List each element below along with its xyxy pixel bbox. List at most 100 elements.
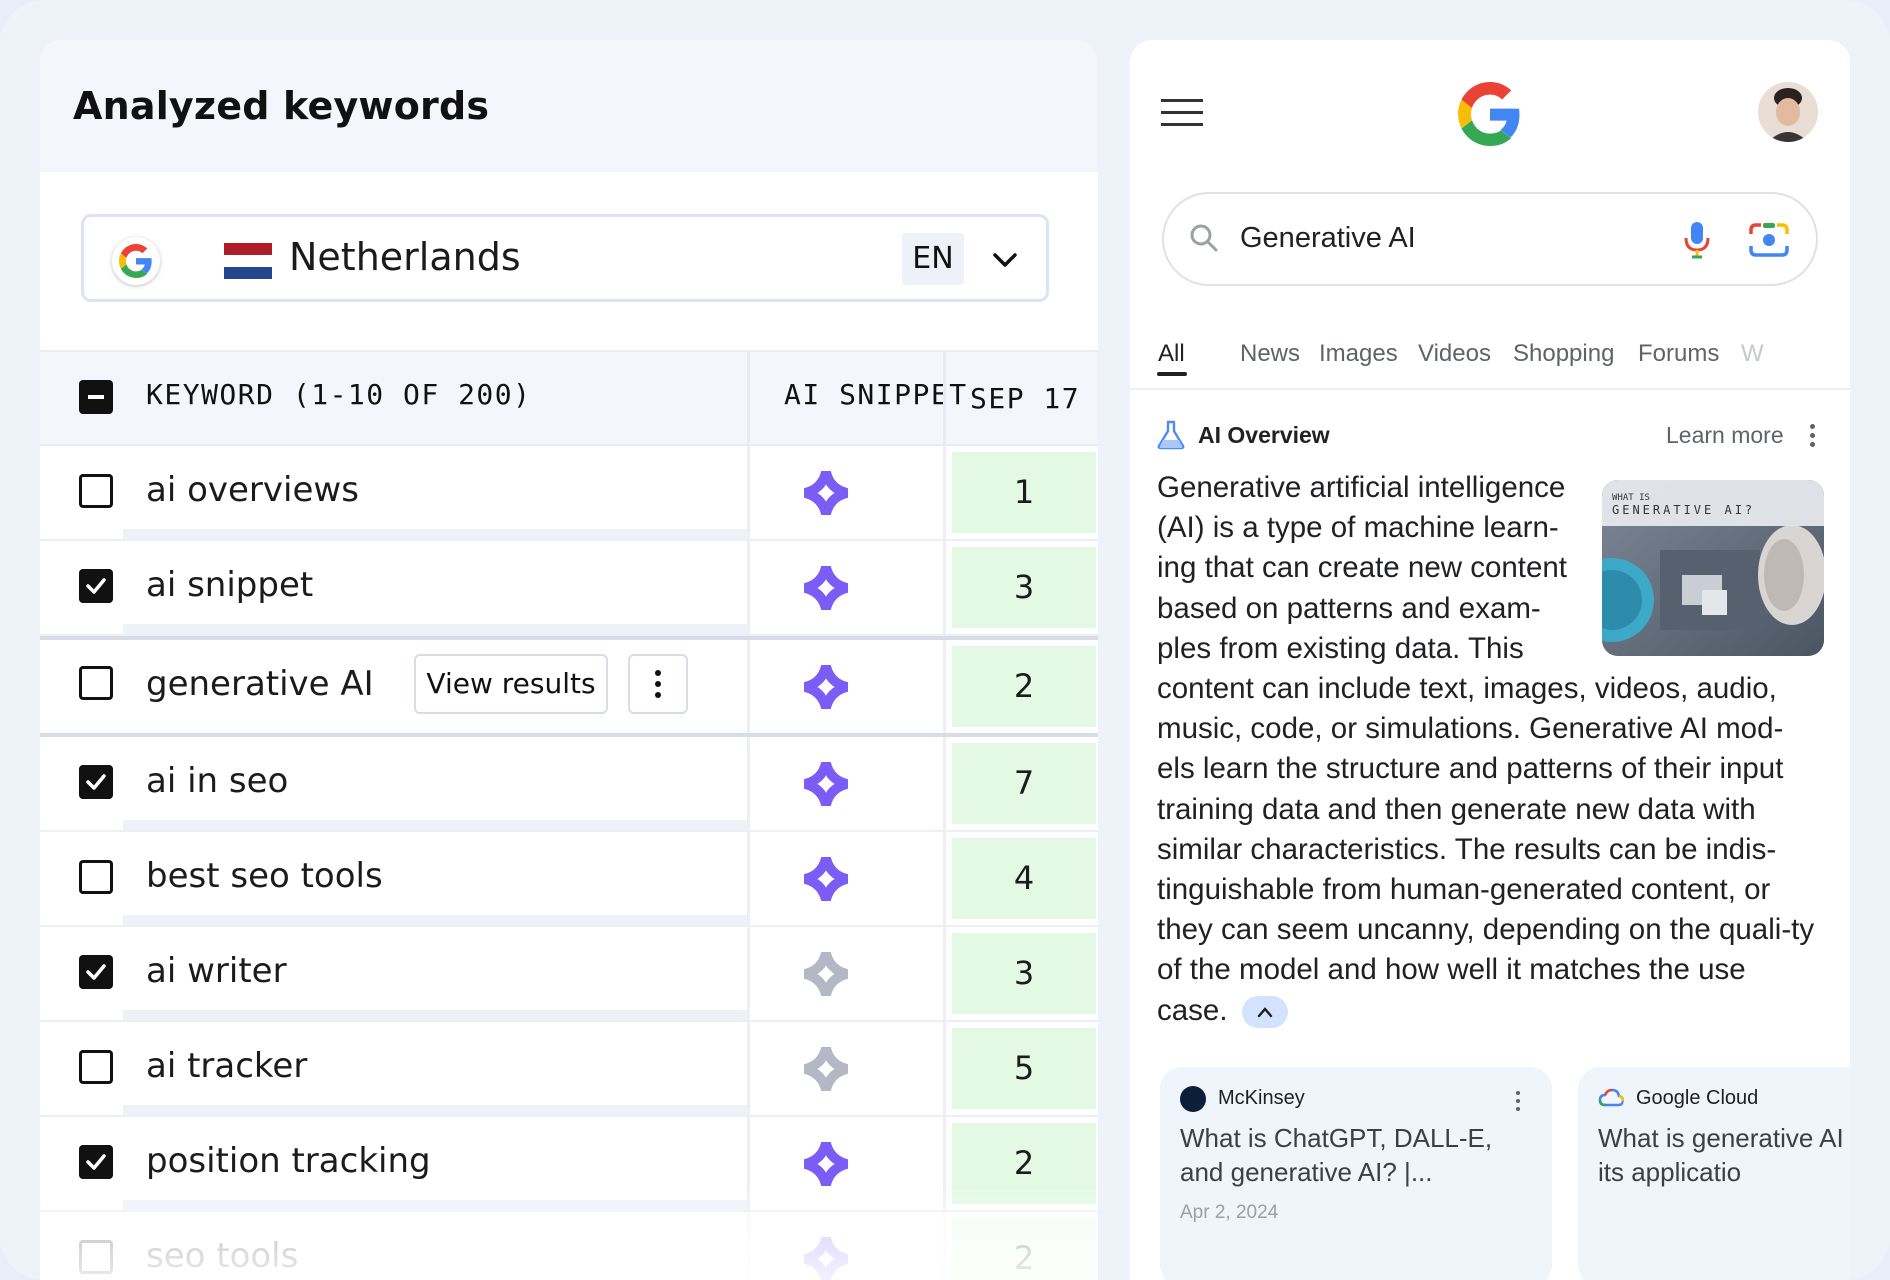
table-row[interactable]: ai snippet 3 <box>40 541 1098 636</box>
active-tab-indicator <box>1157 372 1187 376</box>
keyword-column-header[interactable]: KEYWORD (1-10 OF 200) <box>146 378 532 411</box>
netherlands-flag-icon <box>224 243 272 279</box>
collapse-button[interactable] <box>1241 995 1288 1028</box>
ai-snippet-icon <box>804 566 848 610</box>
table-row[interactable]: ai tracker 5 <box>40 1022 1098 1117</box>
language-code[interactable]: EN <box>902 233 964 285</box>
checkmark-icon <box>86 578 106 594</box>
position-value: 2 <box>952 1123 1096 1204</box>
chevron-down-icon[interactable] <box>990 245 1020 275</box>
search-query[interactable]: Generative AI <box>1240 222 1416 255</box>
source-title[interactable]: What is generative AI what are its appli… <box>1598 1121 1850 1189</box>
ai-snippet-icon <box>804 471 848 515</box>
select-all-checkbox[interactable] <box>79 380 113 414</box>
panel-header: Analyzed keywords <box>40 40 1098 172</box>
position-value: 2 <box>952 1218 1096 1280</box>
search-tabs: All News Images Videos Shopping Forums W <box>1158 340 1850 386</box>
keyword-text[interactable]: generative AI <box>146 664 374 704</box>
tab-all[interactable]: All <box>1158 340 1185 368</box>
ai-snippet-column-header[interactable]: AI SNIPPET <box>784 378 968 411</box>
more-options-icon[interactable] <box>1810 424 1816 448</box>
keyword-text[interactable]: position tracking <box>146 1141 431 1181</box>
row-checkbox[interactable] <box>79 860 113 894</box>
page-title: Analyzed keywords <box>73 84 490 128</box>
table-row[interactable]: ai overviews 1 <box>40 446 1098 541</box>
microphone-icon[interactable] <box>1682 220 1712 260</box>
table-body: ai overviews 1 ai snippet 3 generative AI Vie… <box>40 446 1098 1280</box>
row-checkbox[interactable] <box>79 765 113 799</box>
position-value: 7 <box>952 743 1096 824</box>
tab-w[interactable]: W <box>1741 340 1764 368</box>
row-checkbox[interactable] <box>79 1145 113 1179</box>
source-card[interactable]: McKinsey What is ChatGPT, DALL-E, and ge… <box>1160 1067 1552 1280</box>
ai-snippet-icon <box>804 665 848 709</box>
position-value: 1 <box>952 452 1096 533</box>
keywords-table: KEYWORD (1-10 OF 200) AI SNIPPET SEP 17 … <box>40 350 1098 1280</box>
keyword-text[interactable]: ai tracker <box>146 1046 307 1086</box>
row-checkbox[interactable] <box>79 474 113 508</box>
row-checkbox[interactable] <box>79 1240 113 1274</box>
position-value: 3 <box>952 933 1096 1014</box>
ai-overview-title: AI Overview <box>1198 422 1330 448</box>
source-date: Apr 2, 2024 <box>1180 1202 1279 1223</box>
keyword-text[interactable]: ai writer <box>146 951 287 991</box>
avatar[interactable] <box>1758 82 1818 142</box>
tab-news[interactable]: News <box>1240 340 1300 368</box>
table-row[interactable]: best seo tools 4 <box>40 832 1098 927</box>
row-checkbox[interactable] <box>79 666 113 700</box>
checkmark-icon <box>86 1154 106 1170</box>
mckinsey-icon <box>1180 1086 1206 1112</box>
keyword-text[interactable]: best seo tools <box>146 856 383 896</box>
tab-images[interactable]: Images <box>1319 340 1398 368</box>
keyword-text[interactable]: seo tools <box>146 1236 298 1276</box>
keyword-text[interactable]: ai overviews <box>146 470 359 510</box>
position-value: 2 <box>952 646 1096 727</box>
tab-shopping[interactable]: Shopping <box>1513 340 1614 368</box>
table-row[interactable]: seo tools 2 <box>40 1212 1098 1280</box>
source-name: McKinsey <box>1218 1087 1305 1109</box>
google-logo <box>1458 82 1520 146</box>
source-title[interactable]: What is ChatGPT, DALL-E, and generative … <box>1180 1121 1520 1189</box>
search-icon <box>1190 224 1218 252</box>
position-value: 3 <box>952 547 1096 628</box>
date-column-header[interactable]: SEP 17 <box>970 382 1080 415</box>
table-row[interactable]: ai in seo 7 <box>40 737 1098 832</box>
position-value: 5 <box>952 1028 1096 1109</box>
flask-icon <box>1157 420 1185 450</box>
table-row[interactable]: generative AI View results 2 <box>40 636 1098 737</box>
learn-more-link[interactable]: Learn more <box>1666 422 1784 449</box>
keyword-text[interactable]: ai snippet <box>146 565 313 605</box>
ai-snippet-icon <box>804 1237 848 1280</box>
menu-icon[interactable] <box>1161 99 1203 127</box>
keyword-text[interactable]: ai in seo <box>146 761 288 801</box>
country-section: Netherlands EN <box>40 172 1098 352</box>
row-more-button[interactable] <box>628 654 688 714</box>
camera-lens-icon[interactable] <box>1748 220 1790 260</box>
ai-snippet-icon <box>804 952 848 996</box>
row-checkbox[interactable] <box>79 955 113 989</box>
tab-forums[interactable]: Forums <box>1638 340 1719 368</box>
country-name: Netherlands <box>289 235 521 279</box>
country-selector[interactable]: Netherlands EN <box>81 214 1049 302</box>
table-row[interactable]: ai writer 3 <box>40 927 1098 1022</box>
row-checkbox[interactable] <box>79 569 113 603</box>
table-header: KEYWORD (1-10 OF 200) AI SNIPPET SEP 17 <box>40 350 1098 446</box>
card-more-icon[interactable] <box>1516 1091 1520 1115</box>
table-row[interactable]: position tracking 2 <box>40 1117 1098 1212</box>
position-value: 4 <box>952 838 1096 919</box>
ai-snippet-icon <box>804 1047 848 1091</box>
google-cloud-icon <box>1598 1088 1624 1107</box>
tab-videos[interactable]: Videos <box>1418 340 1491 368</box>
source-card[interactable]: Google Cloud What is generative AI what … <box>1578 1067 1850 1280</box>
view-results-button[interactable]: View results <box>414 654 608 714</box>
checkmark-icon <box>86 774 106 790</box>
google-serp-panel: Generative AI All News Images Videos Shoppin… <box>1130 40 1850 1280</box>
ai-snippet-icon <box>804 762 848 806</box>
row-checkbox[interactable] <box>79 1050 113 1084</box>
ai-snippet-icon <box>804 1142 848 1186</box>
chevron-up-icon <box>1257 1006 1272 1018</box>
search-bar[interactable]: Generative AI <box>1162 192 1818 286</box>
ai-overview: AI Overview Learn more WHAT IS GENERATIV… <box>1130 390 1850 1280</box>
keywords-panel: Analyzed keywords Netherlands EN KEYWORD… <box>40 40 1098 1280</box>
ai-snippet-icon <box>804 857 848 901</box>
